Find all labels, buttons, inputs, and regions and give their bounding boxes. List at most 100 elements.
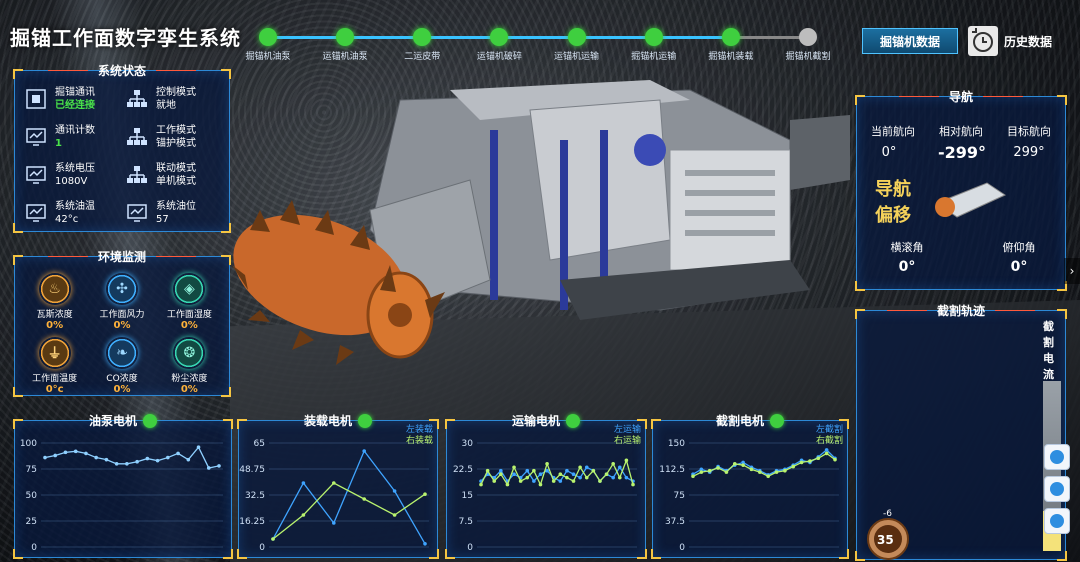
navigation-title: 导航 [898, 88, 1024, 105]
environment-panel: 环境监测 ♨ 瓦斯浓度 0% ✣ 工作面风力 0% ◈ 工作面湿度 0% ⏚ 工作面温度 0°c ❧ CO… [13, 250, 231, 397]
stepper-step[interactable]: 掘锚机运输 [614, 28, 694, 62]
data-point [558, 472, 563, 476]
data-point [505, 482, 510, 487]
series-line [44, 445, 220, 469]
cut-trajectory-panel: 截割轨迹 截割电流 -6 35 [855, 304, 1067, 561]
status-key: 系统油温 [55, 201, 95, 212]
status-value: 就地 [156, 100, 176, 111]
target-heading-label: 目标航向 [1007, 125, 1051, 138]
data-point [196, 445, 201, 449]
stepper-step[interactable]: 二运皮带 [382, 28, 462, 62]
env-name: CO浓度 [106, 374, 138, 384]
env-name: 粉尘浓度 [171, 374, 208, 384]
data-point [525, 468, 530, 473]
data-point [617, 475, 622, 480]
data-point [551, 479, 556, 483]
y-tick-label: 50 [26, 491, 38, 501]
transport-motor-chart: 30 22.5 15 7.5 0 [453, 439, 637, 553]
data-point [571, 479, 576, 483]
env-item: ⏚ 工作面温度 0°c [21, 337, 88, 395]
cut-current-label: 截割电流 [1043, 320, 1054, 381]
data-point [741, 463, 745, 467]
step-label: 掘锚机装载 [708, 52, 754, 62]
data-point [499, 468, 503, 473]
step-dot [721, 28, 740, 46]
y-tick-label: 65 [254, 439, 265, 449]
data-point [624, 458, 629, 463]
history-clock-icon [968, 26, 998, 56]
step-label: 掘锚机截割 [785, 52, 831, 62]
status-value: 单机模式 [156, 176, 196, 187]
env-name: 工作面温度 [32, 374, 78, 384]
data-point [525, 475, 530, 480]
y-tick-label: 25 [26, 517, 37, 527]
cut-gauge-mark: -6 [883, 509, 892, 519]
data-point [538, 482, 543, 487]
data-point [485, 468, 490, 473]
transport-motor-chart-panel: 运输电机 左运输 右运输 30 22.5 15 7.5 0 [445, 413, 647, 559]
offset-label-line2: 偏移 [875, 205, 911, 226]
status-item: 系统油温 42°c [25, 197, 120, 229]
status-value: 1 [55, 138, 62, 149]
data-point [584, 475, 589, 480]
series-line [272, 482, 426, 540]
y-tick-label: 37.5 [665, 517, 685, 527]
status-key: 系统油位 [156, 201, 196, 212]
navigation-offset-label: 导航 偏移 [875, 177, 911, 229]
status-key: 掘锚通讯 [55, 87, 95, 98]
cutter-motor-chart-panel: 截割电机 左截割 右截割 150 112.5 75 37.5 0 [651, 413, 849, 559]
stepper-step[interactable]: 运锚机破碎 [459, 28, 539, 62]
process-stepper: 掘锚机油泵 运锚机油泵 二运皮带 运锚机破碎 运锚机运输 掘锚机运输 掘锚机装载 掘锚机截割 [245, 28, 838, 62]
y-tick-label: 112.5 [659, 465, 685, 475]
monitor-icon [26, 166, 46, 184]
sensor-icon: ❂ [173, 337, 206, 369]
tool-button-3[interactable] [1044, 508, 1070, 534]
drill-data-button[interactable]: 掘锚机数据 [862, 28, 958, 54]
history-label: 历史数据 [1004, 34, 1053, 49]
collapse-arrow-button[interactable]: › [1064, 258, 1080, 284]
data-point [135, 459, 139, 464]
env-value: 0% [113, 320, 131, 331]
data-point [73, 449, 78, 454]
env-name: 瓦斯浓度 [36, 310, 73, 320]
step-dot [413, 28, 432, 46]
history-button[interactable]: 历史数据 [968, 26, 1052, 56]
data-point [392, 513, 397, 517]
stepper-step[interactable]: 掘锚机截割 [768, 28, 848, 62]
system-status-panel: 系统状态 掘锚通讯 已经连接 控制模式 就地 通讯计数 1 工作模式 锚护模式 系统电压 1080… [13, 64, 231, 233]
data-point [558, 479, 563, 483]
env-value: 0% [46, 320, 64, 331]
stepper-step[interactable]: 运锚机运输 [537, 28, 617, 62]
y-tick-label: 0 [679, 543, 685, 553]
data-point [545, 462, 549, 466]
data-point [176, 451, 180, 456]
env-value: 0% [180, 384, 198, 395]
series-line [272, 449, 426, 545]
stepper-step[interactable]: 掘锚机装载 [691, 28, 771, 62]
data-point [783, 468, 787, 473]
tool-button-1[interactable] [1044, 444, 1070, 470]
data-point [332, 481, 336, 485]
current-heading-value: 0° [881, 145, 897, 160]
status-value: 42°c [55, 214, 79, 225]
data-point [598, 479, 602, 483]
pump-motor-chart: 100 75 50 25 0 [20, 439, 223, 553]
env-item: ◈ 工作面湿度 0% [156, 273, 223, 331]
data-point [301, 481, 306, 485]
y-tick-label: 15 [462, 491, 473, 501]
loader-motor-chart: 65 48.75 32.5 16.25 0 [239, 439, 429, 553]
data-point [271, 537, 275, 541]
data-point [604, 472, 609, 476]
data-point [611, 462, 615, 466]
data-point [492, 479, 497, 483]
tool-button-2[interactable] [1044, 476, 1070, 502]
data-point [824, 451, 829, 456]
data-point [691, 474, 695, 479]
stepper-step[interactable]: 掘锚机油泵 [228, 28, 308, 62]
y-tick-label: 0 [31, 543, 37, 553]
roadheader-machine-model[interactable] [230, 60, 850, 380]
step-label: 二运皮带 [404, 52, 441, 62]
stepper-step[interactable]: 运锚机油泵 [305, 28, 385, 62]
sensor-icon: ⏚ [38, 337, 71, 369]
data-point [766, 474, 770, 479]
